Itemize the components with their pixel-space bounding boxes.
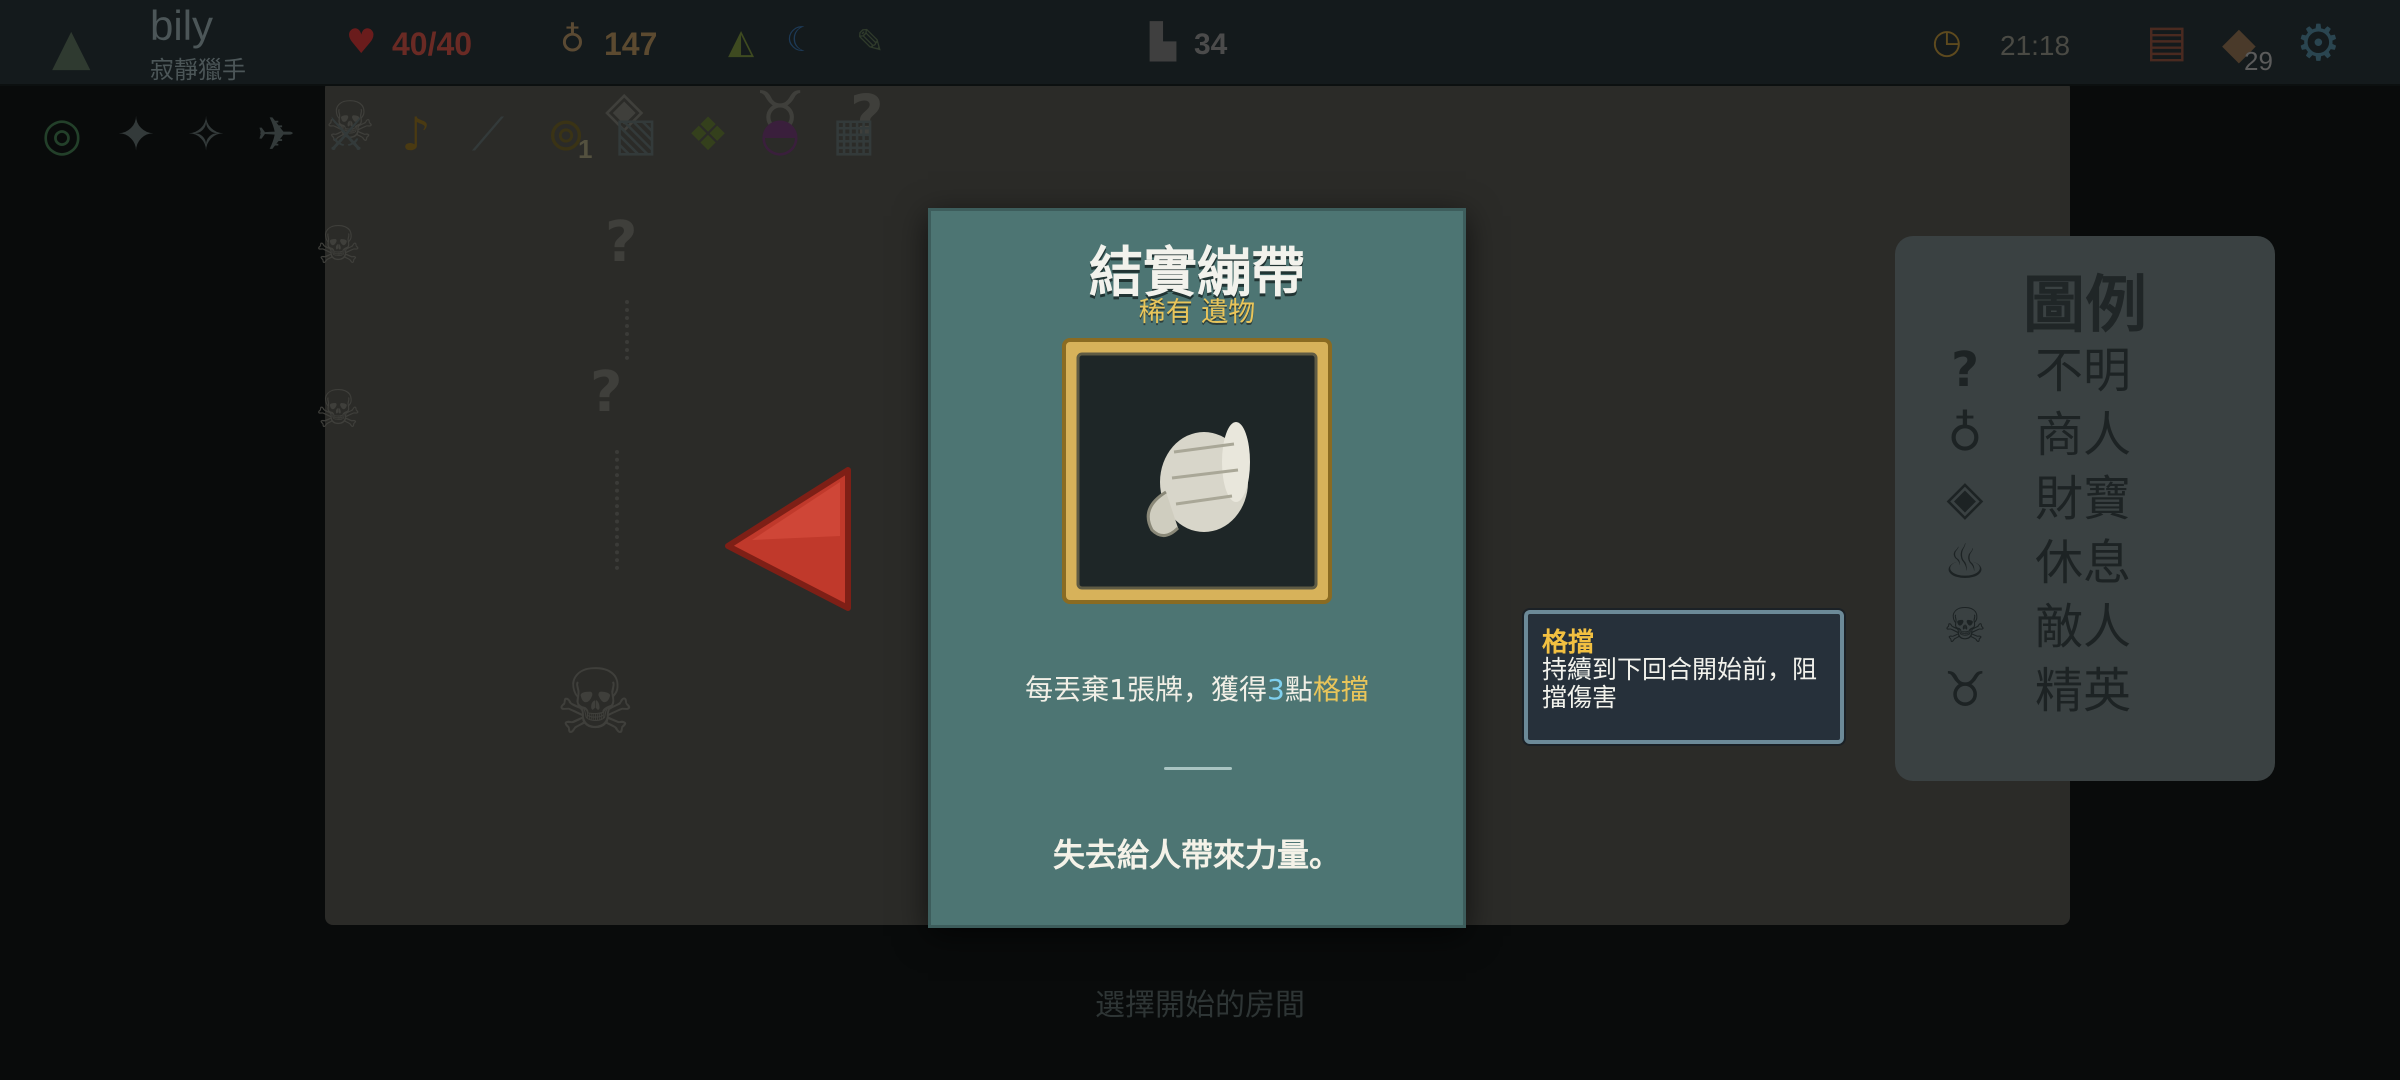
map-path (615, 450, 619, 570)
legend-label: 休息 (2035, 535, 2132, 591)
relic-flavor-text: 失去給人帶來力量。 (1052, 836, 1341, 874)
bird-icon[interactable]: ✧ (178, 106, 234, 162)
map-icon[interactable]: ▤ (2146, 16, 2188, 67)
legend-label: 精英 (2035, 663, 2132, 719)
divider (1164, 767, 1232, 770)
horn-icon[interactable]: ♪ (388, 106, 444, 162)
question-icon: ? (1951, 342, 1979, 398)
map-node-enemy-icon: ☠ (315, 380, 362, 440)
map-node-question-icon: ? (605, 210, 638, 275)
needle-icon[interactable]: ⟋ (460, 106, 516, 162)
scroll-icon[interactable]: ▧ (608, 106, 664, 162)
hp-value: 40/40 (392, 26, 473, 62)
ring-icon[interactable]: ◎ (34, 106, 90, 162)
player-title: 寂靜獵手 (150, 56, 246, 84)
legend-row-enemy[interactable]: ☠ 敵人 (1935, 596, 2255, 658)
relic-image-frame (1062, 338, 1332, 604)
hat-icon[interactable]: ◓ (752, 106, 808, 162)
relic-counter: 1 (578, 134, 593, 164)
gear-icon[interactable]: ⚙ (2296, 14, 2341, 72)
merchant-icon: ♁ (1947, 406, 1983, 462)
block-keyword[interactable]: 格擋 (1313, 673, 1369, 706)
legend-label: 商人 (2035, 407, 2132, 463)
legend-row-merchant[interactable]: ♁ 商人 (1935, 404, 2255, 466)
potion-icon[interactable]: ◭ (728, 22, 754, 62)
previous-arrow-button[interactable] (722, 466, 852, 612)
bottom-hint: 選擇開始的房間 (1095, 988, 1305, 1023)
tooltip-body: 持續到下回合開始前，阻擋傷害 (1542, 655, 1818, 712)
desc-text: 每丟棄1張牌，獲得 (1025, 673, 1267, 706)
relic-description: 每丟棄1張牌，獲得3點格擋 (928, 668, 1466, 708)
leaf-icon[interactable]: ❖ (680, 106, 736, 162)
legend-row-elite[interactable]: ♉ 精英 (1935, 660, 2255, 722)
legend-label: 不明 (2035, 343, 2132, 399)
map-node-boss-icon: ☠ (555, 650, 636, 755)
map-node-question-icon: ? (590, 360, 623, 425)
relic-card: 結實繃帶 稀有 遺物 每丟棄1張牌，獲得3點格擋 失去給人帶來力量。 (928, 208, 1466, 928)
crane-icon[interactable]: ✈ (248, 106, 304, 162)
clock-icon: ◷ (1932, 22, 1962, 62)
desc-number: 3 (1266, 673, 1285, 706)
player-name: bily (150, 2, 214, 49)
map-node-enemy-icon: ☠ (315, 216, 362, 276)
moon-icon[interactable]: ☾ (786, 20, 816, 60)
gold-pouch-icon: ♁ (560, 20, 585, 60)
character-emblem-icon[interactable]: ▲ (52, 18, 90, 76)
map-legend: 圖例 ? 不明 ♁ 商人 ◈ 財寶 ♨ 休息 ☠ 敵人 ♉ 精英 (1895, 236, 2275, 781)
relic-rarity: 稀有 遺物 (1138, 297, 1256, 328)
legend-title: 圖例 (2022, 268, 2147, 341)
gold-value: 147 (604, 26, 658, 62)
legend-row-unknown[interactable]: ? 不明 (1935, 340, 2255, 402)
top-bar: ▲ bily 寂靜獵手 ♥ 40/40 ♁ 147 ◭ ☾ ✎ ▙ 34 ◷ 2… (0, 0, 2400, 86)
deck-count: 34 (1194, 28, 1228, 61)
book-icon[interactable]: ▦ (826, 106, 882, 162)
tooltip-title: 格擋 (1542, 628, 1595, 658)
legend-row-rest[interactable]: ♨ 休息 (1935, 532, 2255, 594)
heart-icon: ♥ (346, 22, 377, 62)
shuriken-icon[interactable]: ✦ (108, 106, 164, 162)
legend-label: 敵人 (2035, 599, 2132, 655)
enemy-icon: ☠ (1943, 598, 1987, 654)
legend-label: 財寶 (2035, 471, 2132, 527)
pencil-icon[interactable]: ✎ (856, 22, 885, 62)
legend-row-treasure[interactable]: ◈ 財寶 (1935, 468, 2255, 530)
desc-text: 點 (1284, 673, 1313, 706)
keyword-tooltip: 格擋 持續到下回合開始前，阻擋傷害 (1524, 610, 1844, 744)
timer-value: 21:18 (2000, 30, 2071, 61)
elite-icon: ♉ (1943, 662, 1987, 718)
draw-pile-count: 29 (2244, 46, 2273, 76)
screen: ☠ ♉ ? ◈ ? ? ☠ ☠ ☠ ▲ bily 寂靜獵手 ♥ 40/40 ♁ … (0, 0, 2400, 1080)
treasure-icon: ◈ (1946, 470, 1984, 526)
dagger-icon[interactable]: ⚔ (318, 106, 374, 162)
rest-icon: ♨ (1943, 534, 1987, 590)
deck-icon[interactable]: ▙ (1150, 22, 1176, 62)
map-path (625, 300, 629, 360)
